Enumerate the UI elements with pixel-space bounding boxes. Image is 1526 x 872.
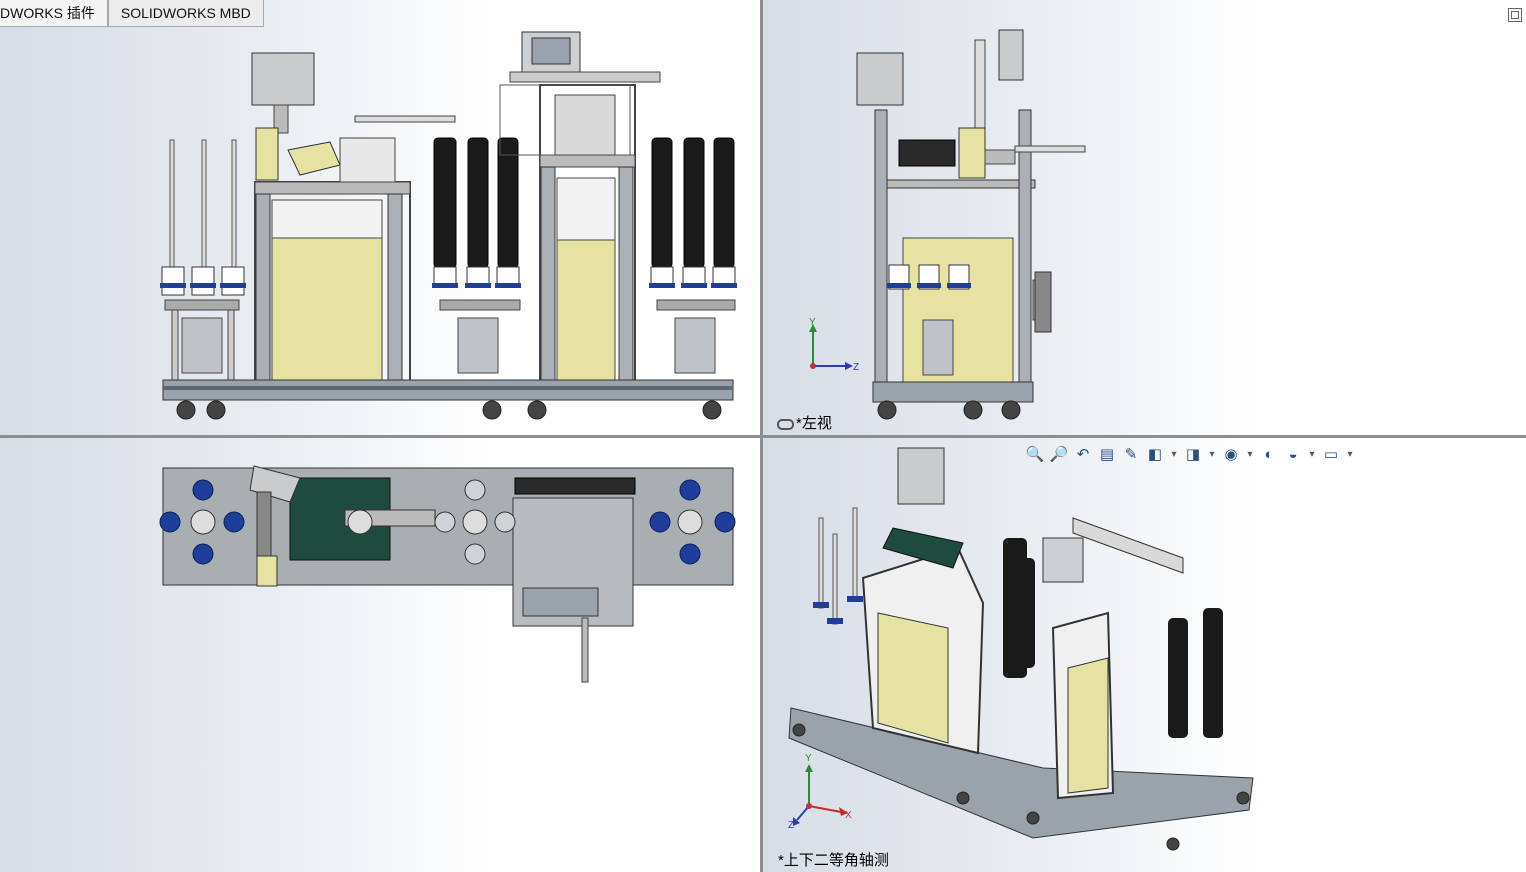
viewport-top[interactable] <box>0 438 760 872</box>
viewport-splitter-horizontal[interactable] <box>0 435 1526 438</box>
tab-solidworks-addins[interactable]: DWORKS 插件 <box>0 0 108 27</box>
triad-iso-z-label: Z <box>788 820 794 831</box>
coordinate-triad-iso <box>793 764 848 826</box>
viewport-isometric[interactable]: 🔍 🔎 ↶ ▤ ✎ ◧ ▾ ◨ ▾ ◉ ▾ ◐ ◒ ▾ ▭ ▾ Y X Z *上… <box>763 438 1526 872</box>
triad-left-y-label: Y <box>809 317 816 328</box>
command-manager-tabs: DWORKS 插件 SOLIDWORKS MBD <box>0 0 264 28</box>
viewport-front[interactable] <box>0 0 760 435</box>
isometric-view-model: Y X Z <box>788 447 1254 851</box>
left-view-model: Y Z <box>809 29 1086 420</box>
triad-left-z-label: Z <box>853 362 859 373</box>
front-view-model <box>160 31 737 420</box>
viewport-left[interactable]: Y Z *左视 <box>763 0 1526 435</box>
viewport-label-left: *左视 <box>777 412 832 433</box>
coordinate-triad-left <box>809 324 853 370</box>
tab-solidworks-mbd[interactable]: SOLIDWORKS MBD <box>107 0 264 27</box>
link-views-icon <box>777 418 794 430</box>
triad-iso-x-label: X <box>845 810 852 821</box>
top-view-model <box>159 465 736 683</box>
triad-iso-y-label: Y <box>805 753 812 764</box>
viewport-label-isometric: *上下二等角轴测 <box>778 852 889 869</box>
